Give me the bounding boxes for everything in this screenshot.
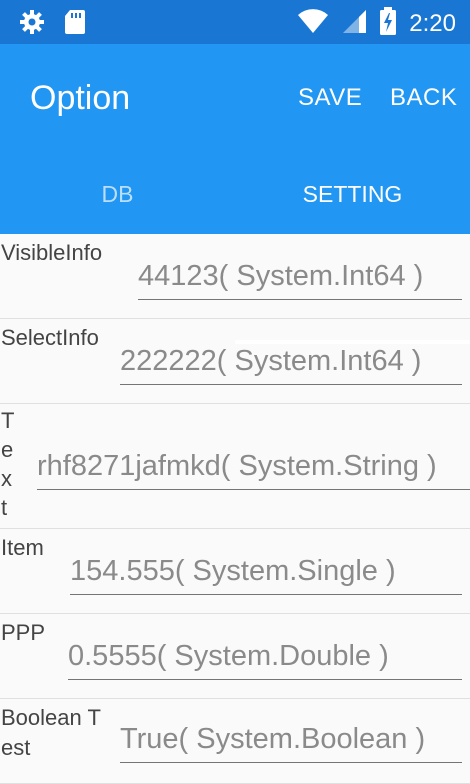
field-input[interactable]: True( System.Boolean ) — [120, 719, 462, 763]
field-input[interactable]: 44123( System.Int64 ) — [138, 256, 462, 300]
battery-charging-icon — [379, 6, 397, 41]
field-input[interactable]: 0.5555( System.Double ) — [68, 636, 462, 680]
gear-icon — [18, 8, 46, 41]
list-item: Item 154.555( System.Single ) — [0, 529, 470, 614]
signal-icon — [341, 7, 367, 40]
app-bar: Option SAVE BACK DB SETTING — [0, 44, 470, 344]
save-button[interactable]: SAVE — [298, 82, 362, 114]
field-label: SelectInfo — [1, 325, 99, 350]
settings-list: VisibleInfo 44123( System.Int64 ) Select… — [0, 234, 470, 784]
back-button[interactable]: BACK — [390, 82, 457, 114]
wifi-icon — [297, 7, 329, 40]
field-label: Boolean Test — [1, 705, 101, 760]
tab-db[interactable]: DB — [0, 154, 235, 234]
clock: 2:20 — [409, 9, 456, 37]
tab-setting[interactable]: SETTING — [235, 154, 470, 234]
tab-bar: DB SETTING — [0, 154, 470, 344]
list-item: Text rhf8271jafmkd( System.String ) — [0, 404, 470, 529]
field-input[interactable]: 154.555( System.Single ) — [70, 551, 462, 595]
list-item: VisibleInfo 44123( System.Int64 ) — [0, 234, 470, 319]
sd-card-icon — [64, 8, 86, 41]
page-title: Option — [30, 79, 131, 117]
field-input[interactable]: rhf8271jafmkd( System.String ) — [37, 446, 470, 490]
status-bar: 2:20 — [0, 0, 470, 44]
field-input[interactable]: 222222( System.Int64 ) — [120, 341, 462, 385]
list-item: PPP 0.5555( System.Double ) — [0, 614, 470, 699]
list-item: SelectInfo 222222( System.Int64 ) — [0, 319, 470, 404]
field-label: Item — [1, 535, 44, 560]
list-item: Boolean Test True( System.Boolean ) — [0, 699, 470, 784]
field-label: Text — [1, 408, 15, 520]
field-label: VisibleInfo — [1, 240, 103, 265]
